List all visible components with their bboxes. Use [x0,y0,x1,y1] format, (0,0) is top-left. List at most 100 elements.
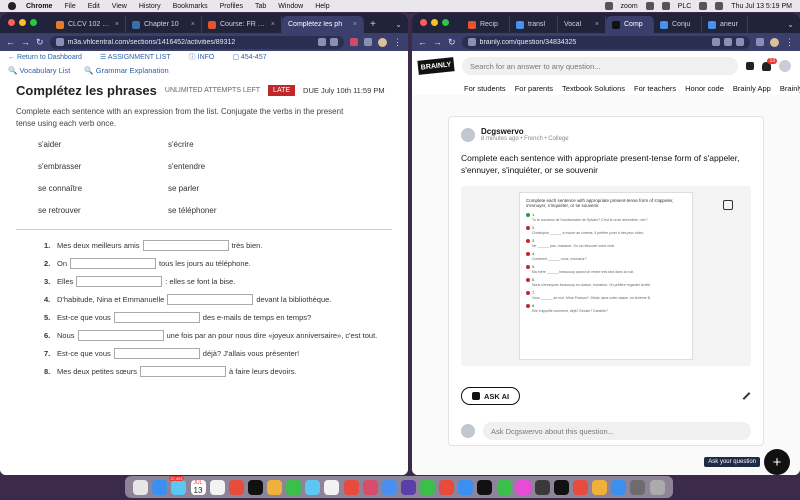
back-icon[interactable]: ← [6,37,15,47]
dock-app-icon[interactable] [362,479,378,495]
dock-app-icon[interactable] [592,479,608,495]
extensions-puzzle-icon[interactable] [364,38,372,46]
dock-app-icon[interactable] [305,479,321,495]
dock-app-icon[interactable] [630,479,646,495]
tab-search-icon[interactable]: ⌄ [389,16,408,33]
rewards-icon[interactable] [746,62,754,70]
question-attachment[interactable]: Complete each sentence with appropriate … [461,186,751,366]
author-name[interactable]: Dcgswervo [481,127,569,136]
search-input[interactable]: Search for an answer to any question... [462,57,738,75]
nav-for-parents[interactable]: For parents [515,84,553,93]
info-link[interactable]: ⓘ INFO [189,52,215,62]
menu-file[interactable]: File [64,3,75,10]
share-icon[interactable] [318,38,326,46]
tab-ennuyer[interactable]: aneur [702,16,748,33]
search-icon[interactable] [699,2,708,10]
nav-brainly-tutor[interactable]: Brainly Tutor [780,84,800,93]
dock-app-icon[interactable] [477,479,493,495]
forward-icon[interactable]: → [433,37,442,47]
extension-icon[interactable] [350,38,358,46]
tab-close-icon[interactable]: × [595,21,599,28]
dock-app-icon[interactable] [343,479,359,495]
answer-input[interactable] [70,257,157,269]
vocabulary-list-link[interactable]: 🔍 Vocabulary List [8,66,70,75]
dock-app-icon[interactable] [286,479,302,495]
maximize-window-icon[interactable] [442,19,449,26]
menu-profiles[interactable]: Profiles [220,3,243,10]
tab-course-fr102[interactable]: Course: FR 102 O × [202,16,282,33]
answer-input[interactable] [77,329,164,341]
forward-icon[interactable]: → [21,37,30,47]
return-dashboard-link[interactable]: ← Return to Dashboard [8,54,82,61]
reload-icon[interactable]: ↻ [36,37,44,48]
dock-app-icon[interactable]: 37,493 [169,475,187,495]
menu-history[interactable]: History [139,3,161,10]
battery-icon[interactable] [661,2,670,10]
minimize-window-icon[interactable] [19,19,26,26]
grammar-explanation-link[interactable]: 🔍 Grammar Explanation [84,66,168,75]
attachment-image[interactable]: Complete each sentence with appropriate … [519,192,693,360]
menu-clock[interactable]: Thu Jul 13 5:19 PM [731,3,792,10]
nav-textbook-solutions[interactable]: Textbook Solutions [562,84,625,93]
tab-vocab[interactable]: Vocal × [558,16,606,33]
tab-completez[interactable]: Complétez les ph × [282,16,364,33]
extensions-puzzle-icon[interactable] [756,38,764,46]
apple-icon[interactable] [8,2,16,10]
menu-tab[interactable]: Tab [255,3,266,10]
dock-app-icon[interactable] [133,479,149,495]
bookmark-star-icon[interactable] [330,38,338,46]
answer-input[interactable] [113,311,200,323]
answer-input[interactable] [142,239,229,251]
menu-edit[interactable]: Edit [88,3,100,10]
maximize-window-icon[interactable] [30,19,37,26]
menu-window[interactable]: Window [278,3,303,10]
tab-chapter-10[interactable]: Chapter 10 × [126,16,202,33]
page-range-link[interactable]: ▢ 454-457 [232,53,266,61]
bell-icon[interactable]: 13 [762,57,777,71]
dock-app-icon[interactable] [400,479,416,495]
answer-input[interactable] [113,347,200,359]
tab-brainly-active[interactable]: Comp [606,16,654,33]
calendar-icon[interactable]: JUL 13 [190,479,206,495]
share-icon[interactable] [724,38,732,46]
menu-view[interactable]: View [112,3,127,10]
edit-pencil-icon[interactable] [741,391,751,401]
nav-for-teachers[interactable]: For teachers [634,84,676,93]
ask-question-button[interactable]: + [764,449,790,475]
tab-search-icon[interactable]: ⌄ [781,16,800,33]
dock-app-icon[interactable] [573,479,588,495]
dock-app-icon[interactable] [496,479,512,495]
tab-close-icon[interactable]: × [271,21,275,28]
nav-honor-code[interactable]: Honor code [685,84,724,93]
google-lens-icon[interactable] [712,38,720,46]
lock-icon[interactable] [467,38,476,46]
brainly-logo[interactable]: BRAINLY [417,57,455,75]
lock-icon[interactable] [55,38,64,46]
more-menu-icon[interactable]: ⋮ [785,37,794,48]
back-icon[interactable]: ← [418,37,427,47]
tab-conjugation[interactable]: Conju [654,16,702,33]
more-menu-icon[interactable]: ⋮ [393,37,402,48]
dock-app-icon[interactable] [267,479,282,495]
assignment-list-link[interactable]: ☰ ASSIGNMENT LIST [100,53,171,61]
menu-help[interactable]: Help [315,3,329,10]
dock-app-icon[interactable] [420,479,435,495]
close-window-icon[interactable] [8,19,15,26]
tab-close-icon[interactable]: × [191,21,195,28]
zoom-status[interactable]: zoom [621,3,638,10]
camera-icon[interactable] [723,200,733,210]
answer-input[interactable] [140,365,227,377]
answer-input[interactable] [167,293,254,305]
dock-app-icon[interactable] [611,479,627,495]
tab-close-icon[interactable]: × [115,21,119,28]
nav-for-students[interactable]: For students [464,84,506,93]
author-avatar[interactable] [461,127,475,142]
user-avatar[interactable] [779,60,791,72]
wifi-icon[interactable] [645,2,654,10]
tab-recipes[interactable]: Recip [462,16,510,33]
address-bar[interactable]: brainly.com/question/34834325 [461,35,750,49]
zoom-icon[interactable] [604,2,613,10]
minimize-window-icon[interactable] [431,19,438,26]
dock-app-icon[interactable] [152,479,168,495]
menu-app-name[interactable]: Chrome [26,3,52,10]
